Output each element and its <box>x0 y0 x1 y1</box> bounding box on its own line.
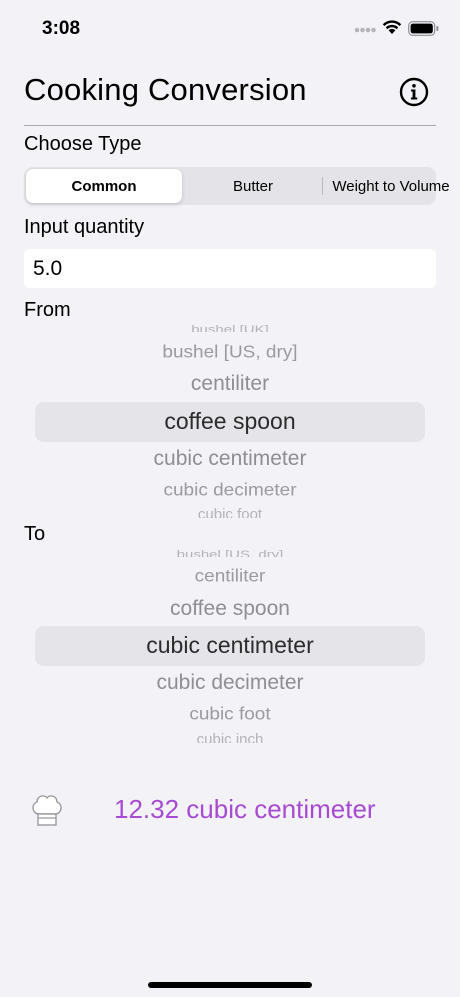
to-option[interactable]: bushel [US, dry] <box>0 548 460 557</box>
chef-hat-icon <box>32 795 62 826</box>
from-option[interactable]: bushel [US, dry] <box>0 343 460 363</box>
input-quantity-label: Input quantity <box>24 216 145 238</box>
battery-icon <box>408 21 439 36</box>
info-icon[interactable] <box>399 77 429 107</box>
from-option[interactable]: cubic centimeter <box>0 447 460 471</box>
segment-common[interactable]: Common <box>26 169 182 203</box>
status-bar: 3:08 <box>0 0 460 58</box>
choose-type-label: Choose Type <box>24 133 142 155</box>
quantity-input[interactable]: 5.0 <box>24 249 436 288</box>
wifi-icon <box>382 20 402 34</box>
status-time: 3:08 <box>42 18 81 39</box>
from-option[interactable]: cubic decimeter <box>0 481 460 501</box>
to-option-selected[interactable]: cubic centimeter <box>0 632 460 659</box>
home-indicator <box>148 982 312 988</box>
from-label: From <box>24 299 71 321</box>
segment-weight-to-volume[interactable]: Weight to Volume <box>323 169 459 203</box>
from-option[interactable]: bushel [UK] <box>0 323 460 332</box>
segment-butter[interactable]: Butter <box>184 169 322 203</box>
signal-icon <box>354 27 376 33</box>
to-option[interactable]: centiliter <box>0 567 460 587</box>
header-divider <box>24 125 436 126</box>
type-segmented-control: Common Butter Weight to Volume <box>24 167 450 205</box>
from-option-selected[interactable]: coffee spoon <box>0 408 460 435</box>
to-option[interactable]: coffee spoon <box>0 597 460 621</box>
conversion-result: 12.32 cubic centimeter <box>114 794 376 824</box>
from-option[interactable]: centiliter <box>0 372 460 396</box>
to-label: To <box>24 523 46 545</box>
to-option[interactable]: cubic foot <box>0 705 460 725</box>
to-option[interactable]: cubic inch <box>0 731 460 743</box>
to-option[interactable]: cubic decimeter <box>0 671 460 695</box>
page-title: Cooking Conversion <box>24 72 307 107</box>
from-option[interactable]: cubic foot <box>0 506 460 518</box>
